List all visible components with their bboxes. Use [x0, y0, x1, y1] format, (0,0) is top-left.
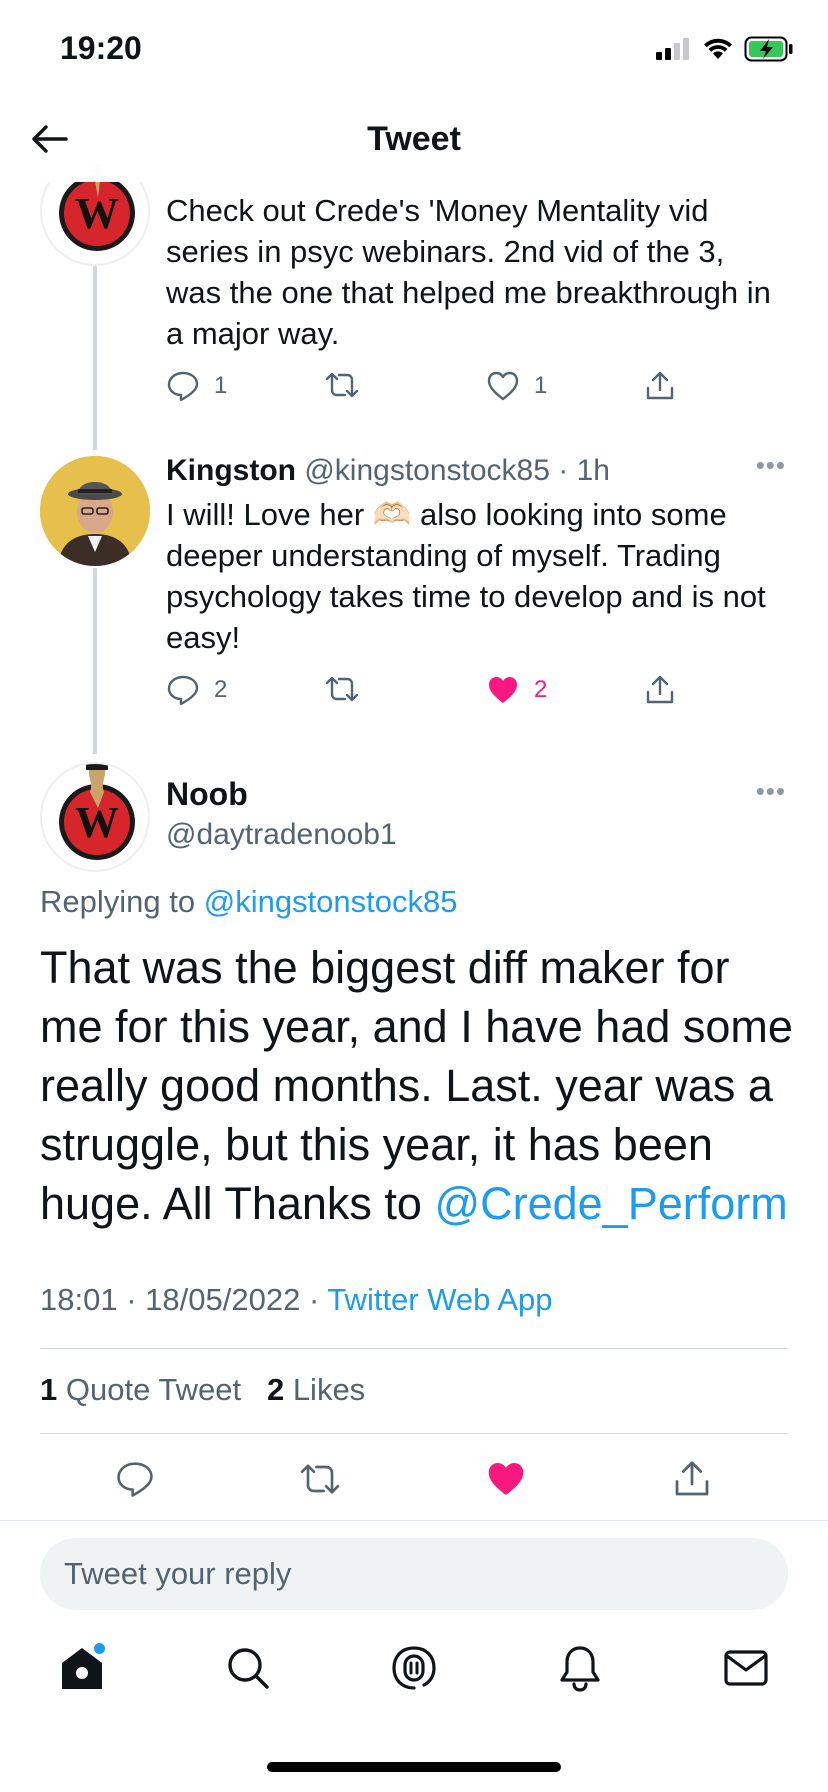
kingston-tweet-text: I will! Love her 🫶🏻 also looking into so… — [166, 494, 786, 658]
replying-prefix: Replying to — [40, 884, 204, 919]
comment-icon — [117, 1462, 153, 1497]
share-button[interactable] — [667, 1454, 717, 1504]
wifi-icon — [704, 38, 732, 59]
replying-to-link[interactable]: @kingstonstock85 — [204, 884, 458, 919]
share-button[interactable] — [644, 674, 676, 706]
more-options-button[interactable]: ••• — [756, 776, 786, 807]
tweet-time: 18:01 — [40, 1282, 118, 1317]
kingston-tweet-actions: 2 2 — [166, 674, 686, 714]
heart-outline-icon — [487, 371, 519, 401]
battery-charging-icon — [744, 36, 793, 62]
kingston-tweet-header: Kingston @kingstonstock85 · 1h — [166, 454, 786, 488]
home-indicator — [267, 1762, 561, 1772]
parent-tweet-text: Check out Crede's 'Money Mentality vid s… — [166, 193, 771, 351]
divider — [40, 1433, 788, 1434]
author-name[interactable]: Noob — [166, 776, 248, 813]
status-bar: 19:20 — [0, 0, 828, 100]
w-logo-icon: W — [59, 764, 135, 860]
tab-notifications[interactable] — [552, 1640, 608, 1696]
tweet-text-part: I will! Love her — [166, 497, 373, 532]
thread-line — [93, 266, 97, 450]
reply-placeholder: Tweet your reply — [64, 1556, 292, 1591]
heart-hands-emoji: 🫶🏻 — [372, 497, 412, 532]
share-icon — [646, 675, 674, 704]
status-time: 19:20 — [60, 30, 142, 66]
like-count: 1 — [534, 372, 548, 399]
parent-tweet-actions: 1 1 — [166, 370, 686, 410]
retweet-button[interactable] — [324, 370, 360, 400]
share-icon — [646, 371, 674, 400]
author-handle[interactable]: @kingstonstock85 — [304, 454, 550, 487]
divider — [40, 1348, 788, 1349]
messages-icon — [724, 1650, 768, 1686]
meta-separator: · — [126, 1282, 137, 1317]
quote-count: 1 — [40, 1372, 58, 1407]
share-icon — [675, 1461, 709, 1496]
tab-bar — [0, 1640, 828, 1710]
person-photo-icon — [40, 456, 150, 566]
retweet-button[interactable] — [295, 1454, 345, 1504]
status-icons — [656, 36, 794, 62]
main-tweet-text: That was the biggest diff maker for me f… — [40, 938, 800, 1233]
author-name[interactable]: Kingston — [166, 454, 296, 487]
notifications-icon — [560, 1646, 600, 1692]
tweet-meta: 18:01 · 18/05/2022 · Twitter Web App — [40, 1282, 552, 1318]
likes-link[interactable]: 2 Likes — [267, 1372, 365, 1407]
like-button[interactable] — [481, 1454, 531, 1504]
reply-count: 1 — [214, 372, 228, 399]
like-button[interactable]: 1 — [486, 370, 547, 402]
meta-separator: · — [308, 1282, 320, 1317]
search-icon — [228, 1648, 269, 1689]
comment-icon — [167, 675, 199, 706]
tab-messages[interactable] — [718, 1640, 774, 1696]
tweet-time: · 1h — [558, 454, 610, 487]
page-title: Tweet — [367, 120, 461, 158]
reply-button[interactable] — [110, 1454, 160, 1504]
like-count: 2 — [534, 676, 548, 703]
main-tweet-avatar[interactable]: W — [40, 762, 150, 872]
heart-filled-icon — [488, 1462, 524, 1496]
tweet-stats: 1 Quote Tweet 2 Likes — [40, 1372, 365, 1408]
tab-search[interactable] — [220, 1640, 276, 1696]
comment-icon — [167, 371, 199, 402]
likes-count: 2 — [266, 1372, 285, 1407]
author-handle[interactable]: @daytradenoob1 — [166, 818, 397, 852]
quote-label: Quote Tweet — [65, 1372, 242, 1407]
retweet-icon — [325, 676, 359, 702]
quote-tweets-link[interactable]: 1 Quote Tweet — [40, 1372, 241, 1407]
tab-spaces[interactable] — [386, 1640, 442, 1696]
spaces-icon — [392, 1646, 436, 1690]
reply-input[interactable]: Tweet your reply — [40, 1538, 788, 1610]
tweet-source-link[interactable]: Twitter Web App — [327, 1282, 552, 1317]
mention-link[interactable]: @Crede_Perform — [434, 1178, 787, 1229]
home-notification-dot — [94, 1643, 105, 1654]
signal-icon — [656, 38, 689, 60]
thread-line — [93, 568, 97, 754]
retweet-icon — [325, 372, 359, 398]
more-options-button[interactable]: ••• — [756, 450, 786, 481]
like-button[interactable]: 2 — [486, 674, 547, 706]
tweet-date: 18/05/2022 — [145, 1282, 301, 1317]
reply-button[interactable]: 1 — [166, 370, 227, 402]
kingston-avatar[interactable] — [40, 456, 150, 566]
heart-filled-icon — [489, 677, 517, 703]
share-button[interactable] — [644, 370, 676, 402]
reply-button[interactable]: 2 — [166, 674, 227, 706]
main-tweet-actions — [0, 1454, 828, 1504]
replying-to: Replying to @kingstonstock85 — [40, 884, 458, 920]
svg-text:W: W — [75, 189, 119, 238]
reply-count: 2 — [214, 676, 228, 703]
divider — [0, 1520, 828, 1521]
retweet-button[interactable] — [324, 674, 360, 704]
nav-bar: Tweet — [0, 100, 828, 182]
retweet-icon — [300, 1464, 340, 1494]
likes-label: Likes — [292, 1372, 366, 1407]
